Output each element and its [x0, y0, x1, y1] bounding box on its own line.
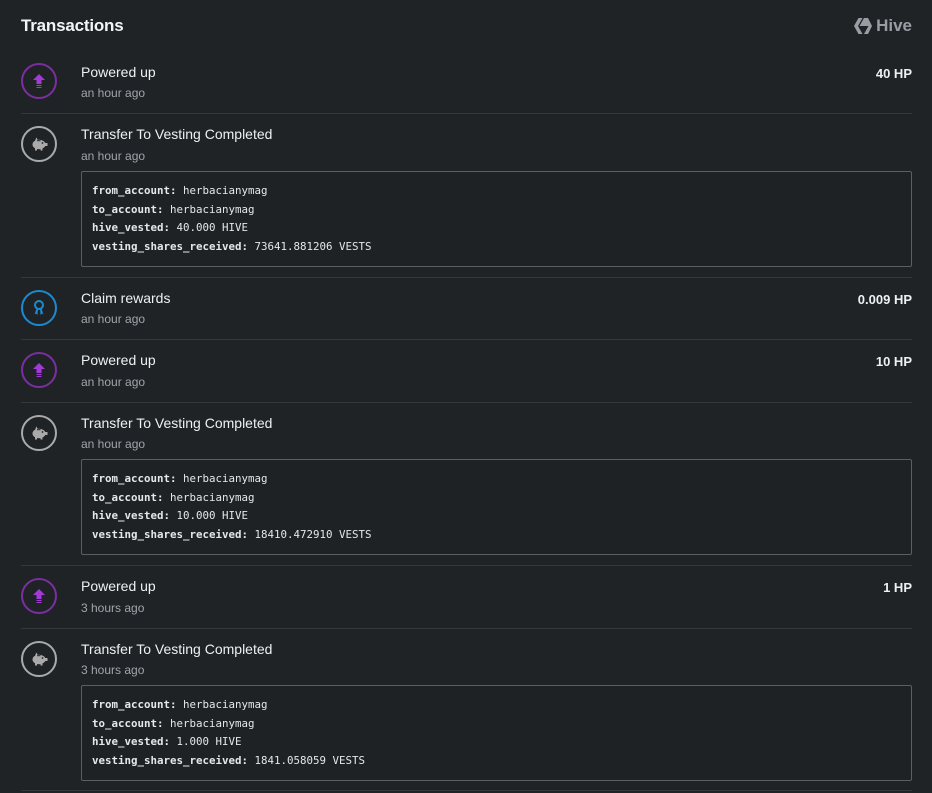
- divider: [21, 339, 912, 340]
- detail-value: herbacianymag: [183, 184, 268, 197]
- transaction-amount: 0.009 HP: [857, 292, 912, 307]
- detail-line: from_account: herbacianymag: [92, 696, 901, 715]
- detail-key: from_account:: [92, 184, 177, 197]
- divider: [21, 565, 912, 566]
- detail-line: vesting_shares_received: 73641.881206 VE…: [92, 238, 901, 257]
- transaction-title: Claim rewards: [81, 290, 171, 306]
- hive-brand-label: Hive: [876, 16, 912, 35]
- transaction-time: an hour ago: [81, 312, 146, 326]
- page-title: Transactions: [21, 16, 124, 35]
- piggy-bank-icon: [21, 415, 57, 451]
- hive-logo-icon: [854, 18, 873, 34]
- transaction-details: from_account: herbacianymag to_account: …: [81, 459, 912, 555]
- detail-key: hive_vested:: [92, 735, 171, 748]
- transaction-time: an hour ago: [81, 437, 146, 451]
- hive-brand[interactable]: Hive: [854, 16, 912, 36]
- transaction-title: Powered up: [81, 64, 156, 80]
- divider: [21, 113, 912, 114]
- detail-key: to_account:: [92, 716, 164, 730]
- transaction-time: an hour ago: [81, 149, 146, 163]
- power-up-icon: [21, 578, 57, 614]
- transaction-title: Transfer To Vesting Completed: [81, 126, 273, 142]
- detail-value: herbacianymag: [170, 716, 255, 730]
- piggy-bank-icon: [21, 641, 57, 677]
- detail-value: 18410.472910 VESTS: [254, 527, 372, 541]
- detail-value: herbacianymag: [183, 472, 268, 485]
- detail-key: to_account:: [92, 202, 164, 216]
- transaction-time: 3 hours ago: [81, 663, 145, 677]
- detail-line: from_account: herbacianymag: [92, 182, 901, 201]
- detail-key: from_account:: [92, 472, 177, 485]
- award-ribbon-icon: [21, 290, 57, 326]
- detail-key: vesting_shares_received:: [92, 527, 249, 541]
- detail-key: vesting_shares_received:: [92, 239, 249, 253]
- detail-line: to_account: herbacianymag: [92, 489, 901, 508]
- detail-key: to_account:: [92, 490, 164, 504]
- detail-line: from_account: herbacianymag: [92, 470, 901, 489]
- detail-key: hive_vested:: [92, 221, 171, 234]
- transaction-details: from_account: herbacianymag to_account: …: [81, 685, 912, 781]
- detail-line: vesting_shares_received: 1841.058059 VES…: [92, 752, 901, 771]
- detail-value: 1841.058059 VESTS: [254, 753, 366, 767]
- divider: [21, 628, 912, 629]
- detail-line: hive_vested: 40.000 HIVE: [92, 219, 901, 238]
- transaction-title: Transfer To Vesting Completed: [81, 415, 273, 431]
- divider: [21, 790, 912, 791]
- transaction-amount: 40 HP: [875, 66, 912, 81]
- detail-key: vesting_shares_received:: [92, 753, 249, 767]
- divider: [21, 402, 912, 403]
- detail-value: 10.000 HIVE: [176, 509, 249, 522]
- detail-value: 73641.881206 VESTS: [254, 239, 372, 253]
- detail-line: hive_vested: 10.000 HIVE: [92, 507, 901, 526]
- detail-key: from_account:: [92, 698, 177, 711]
- transaction-amount: 1 HP: [883, 580, 912, 595]
- transaction-title: Transfer To Vesting Completed: [81, 641, 273, 657]
- transaction-time: 3 hours ago: [81, 601, 145, 615]
- piggy-bank-icon: [21, 126, 57, 162]
- detail-value: 1.000 HIVE: [176, 735, 242, 748]
- power-up-icon: [21, 352, 57, 388]
- transaction-details: from_account: herbacianymag to_account: …: [81, 171, 912, 267]
- divider: [21, 277, 912, 278]
- detail-value: herbacianymag: [183, 698, 268, 711]
- transaction-amount: 10 HP: [875, 354, 912, 369]
- transaction-time: an hour ago: [81, 375, 146, 389]
- detail-line: vesting_shares_received: 18410.472910 VE…: [92, 526, 901, 545]
- power-up-icon: [21, 63, 57, 99]
- transaction-title: Powered up: [81, 352, 156, 368]
- detail-value: herbacianymag: [170, 202, 255, 216]
- detail-value: 40.000 HIVE: [176, 221, 249, 234]
- transaction-time: an hour ago: [81, 86, 146, 100]
- detail-value: herbacianymag: [170, 490, 255, 504]
- detail-line: to_account: herbacianymag: [92, 201, 901, 220]
- detail-line: to_account: herbacianymag: [92, 715, 901, 734]
- transactions-header: Transactions Hive: [0, 0, 932, 52]
- transaction-title: Powered up: [81, 578, 156, 594]
- detail-line: hive_vested: 1.000 HIVE: [92, 733, 901, 752]
- detail-key: hive_vested:: [92, 509, 171, 522]
